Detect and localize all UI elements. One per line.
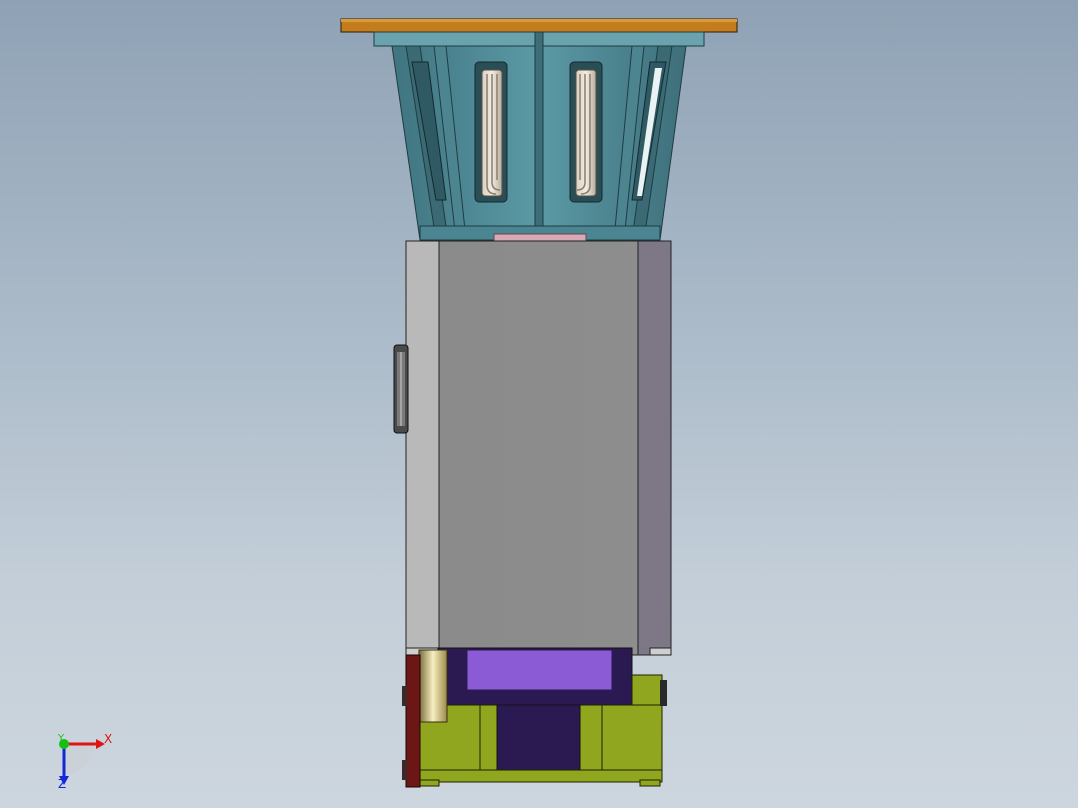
top-mounting-plate[interactable]: [340, 18, 738, 33]
cad-model-view[interactable]: [0, 0, 1078, 808]
axis-z-label: Z: [58, 777, 67, 791]
cad-graphics-viewport[interactable]: X Y Z: [0, 0, 1078, 808]
side-gear[interactable]: [393, 344, 409, 434]
axis-y-label: Y: [58, 733, 65, 744]
heat-pipe-slot-right: [569, 61, 603, 203]
axis-x-label: X: [104, 732, 113, 746]
heat-pipe-slot-left: [474, 61, 508, 203]
main-body-enclosure[interactable]: [405, 240, 672, 656]
base-assembly[interactable]: [402, 647, 667, 788]
fan-housing[interactable]: [373, 31, 705, 243]
